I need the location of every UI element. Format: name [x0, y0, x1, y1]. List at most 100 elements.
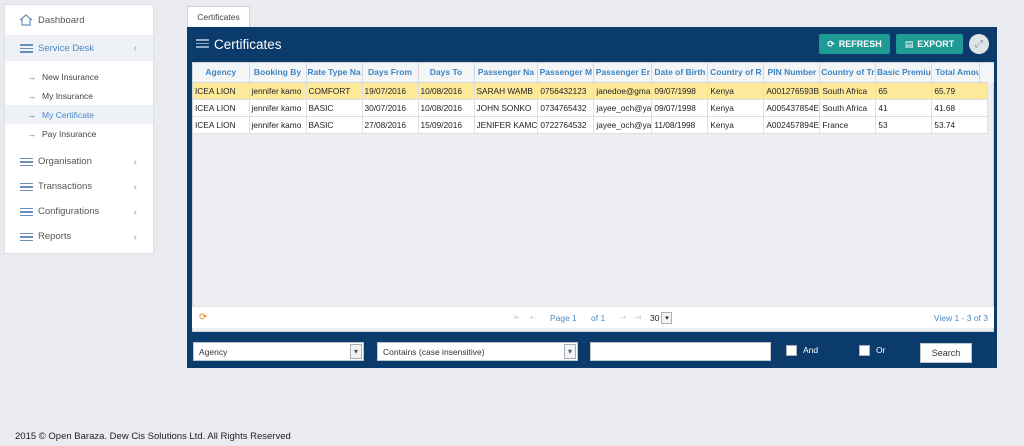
- panel-title: Certificates: [214, 36, 282, 52]
- certificates-grid: Agency Booking By Rate Type Na Days From…: [192, 62, 994, 332]
- expand-button[interactable]: ⤢: [969, 34, 989, 54]
- file-icon: ▤: [904, 38, 914, 49]
- sidebar-subitem-pay-insurance[interactable]: → Pay Insurance: [5, 124, 153, 143]
- page-input[interactable]: 1: [572, 313, 577, 323]
- table-cell: 19/07/2016: [362, 82, 419, 100]
- table-cell: 10/08/2016: [418, 99, 475, 117]
- sidebar-item-service-desk[interactable]: Service Desk ‹: [5, 35, 153, 61]
- arrow-right-icon: →: [27, 128, 36, 139]
- sidebar-item-label: Organisation: [38, 156, 92, 167]
- table-cell: janedoe@gma: [593, 82, 653, 100]
- sidebar-item-label: Dashboard: [38, 14, 85, 26]
- table-row[interactable]: ICEA LION jennifer kamo BASIC 30/07/2016…: [193, 99, 989, 117]
- table-cell: 0722764532: [537, 116, 595, 134]
- table-cell: jennifer kamo: [249, 116, 307, 134]
- next-page-icon[interactable]: ⇢: [619, 312, 626, 323]
- arrow-right-icon: →: [27, 109, 36, 120]
- last-page-icon[interactable]: ⇥: [634, 312, 641, 323]
- filter-field-select[interactable]: Agency ▾: [193, 342, 364, 361]
- table-cell: France: [819, 116, 877, 134]
- table-cell: JENIFER KAMC: [474, 116, 539, 134]
- or-label: Or: [876, 345, 886, 355]
- table-header-row: Agency Booking By Rate Type Na Days From…: [193, 63, 989, 83]
- column-header[interactable]: Country of R: [707, 63, 765, 83]
- table-cell: 11/08/1998: [651, 116, 709, 134]
- list-icon: [19, 156, 33, 168]
- column-header[interactable]: PIN Number: [763, 63, 821, 83]
- table-cell: 30/07/2016: [362, 99, 419, 117]
- rows-per-page-value: 30: [650, 313, 660, 323]
- table-cell: Kenya: [707, 99, 765, 117]
- column-header[interactable]: Days From: [362, 63, 419, 83]
- first-page-icon[interactable]: ⇤: [514, 312, 521, 323]
- sidebar-subitem-my-certificate[interactable]: → My Certificate: [5, 105, 153, 124]
- export-label: EXPORT: [917, 39, 955, 49]
- sidebar-item-reports[interactable]: Reports ‹: [5, 224, 153, 249]
- sidebar-item-dashboard[interactable]: Dashboard: [5, 5, 153, 35]
- sidebar-item-configurations[interactable]: Configurations ‹: [5, 199, 153, 224]
- table-cell: 15/09/2016: [418, 116, 475, 134]
- table-row[interactable]: ICEA LION jennifer kamo COMFORT 19/07/20…: [193, 82, 989, 100]
- table-cell: 09/07/1998: [651, 99, 709, 117]
- list-icon: [19, 231, 33, 243]
- table-cell: 65: [875, 82, 933, 100]
- table-cell: 41.68: [931, 99, 989, 117]
- search-button[interactable]: Search: [920, 343, 972, 363]
- column-header[interactable]: Booking By: [249, 63, 307, 83]
- table-cell: JOHN SONKO: [474, 99, 539, 117]
- refresh-button[interactable]: ⟳ REFRESH: [819, 34, 890, 54]
- chevron-down-icon: ▾: [564, 344, 576, 359]
- sidebar-subitem-new-insurance[interactable]: → New Insurance: [5, 67, 153, 86]
- table-cell: 27/08/2016: [362, 116, 419, 134]
- prev-page-icon[interactable]: ⇠: [530, 312, 537, 323]
- export-button[interactable]: ▤ EXPORT: [896, 34, 963, 54]
- column-header[interactable]: Passenger Er: [593, 63, 653, 83]
- column-header[interactable]: Date of Birth: [651, 63, 709, 83]
- arrow-right-icon: →: [27, 90, 36, 101]
- certificates-table: Agency Booking By Rate Type Na Days From…: [193, 63, 989, 134]
- sidebar-item-label: Transactions: [38, 181, 93, 192]
- filter-operator-value: Contains (case insensitive): [383, 346, 485, 357]
- table-cell: ICEA LION: [193, 116, 250, 134]
- tab-certificates[interactable]: Certificates: [187, 6, 250, 27]
- column-header[interactable]: Country of Tr: [819, 63, 877, 83]
- sidebar-subitem-my-insurance[interactable]: → My Insurance: [5, 86, 153, 105]
- filter-field-value: Agency: [199, 346, 228, 357]
- header-spacer: [979, 63, 994, 82]
- sidebar-item-transactions[interactable]: Transactions ‹: [5, 174, 153, 199]
- filter-value-input[interactable]: [590, 342, 771, 361]
- filter-operator-select[interactable]: Contains (case insensitive) ▾: [377, 342, 578, 361]
- table-cell: 65.79: [931, 82, 989, 100]
- table-cell: South Africa: [819, 99, 877, 117]
- certificates-panel: Certificates ⟳ REFRESH ▤ EXPORT ⤢ Agency…: [187, 27, 997, 368]
- reload-icon[interactable]: ⟳: [199, 312, 207, 323]
- list-icon: [196, 38, 209, 50]
- table-cell: jayee_och@ya: [593, 116, 653, 134]
- rows-per-page-select[interactable]: 30 ▾: [650, 311, 674, 325]
- table-cell: 10/08/2016: [418, 82, 475, 100]
- column-header[interactable]: Basic Premiu: [875, 63, 933, 83]
- filter-bar: Agency ▾ Contains (case insensitive) ▾ A…: [188, 332, 996, 368]
- column-header[interactable]: Passenger Na: [474, 63, 539, 83]
- table-cell: 53: [875, 116, 933, 134]
- view-records-text: View 1 - 3 of 3: [933, 312, 988, 323]
- sidebar-subitem-label: My Insurance: [42, 90, 94, 101]
- or-checkbox[interactable]: [859, 345, 870, 356]
- list-icon: [19, 42, 33, 54]
- table-cell: A002457894E: [763, 116, 821, 134]
- column-header[interactable]: Agency: [193, 63, 250, 83]
- column-header[interactable]: Rate Type Na: [306, 63, 363, 83]
- home-icon: [19, 14, 33, 26]
- pager: ⟳ ⇤ ⇠ Page 1 of 1 ⇢ ⇥ 30 ▾ View 1 - 3 of…: [192, 306, 994, 328]
- footer: 2015 © Open Baraza. Dew Cis Solutions Lt…: [15, 431, 291, 442]
- list-icon: [19, 206, 33, 218]
- table-row[interactable]: ICEA LION jennifer kamo BASIC 27/08/2016…: [193, 116, 989, 134]
- table-cell: 41: [875, 99, 933, 117]
- sidebar-item-organisation[interactable]: Organisation ‹: [5, 149, 153, 174]
- column-header[interactable]: Passenger M: [537, 63, 595, 83]
- footer-company: Dew Cis Solutions Ltd. All Rights Reserv…: [107, 431, 291, 442]
- chevron-left-icon: ‹: [133, 157, 137, 168]
- and-checkbox[interactable]: [786, 345, 797, 356]
- sidebar-subitem-label: Pay Insurance: [42, 128, 97, 139]
- column-header[interactable]: Days To: [418, 63, 475, 83]
